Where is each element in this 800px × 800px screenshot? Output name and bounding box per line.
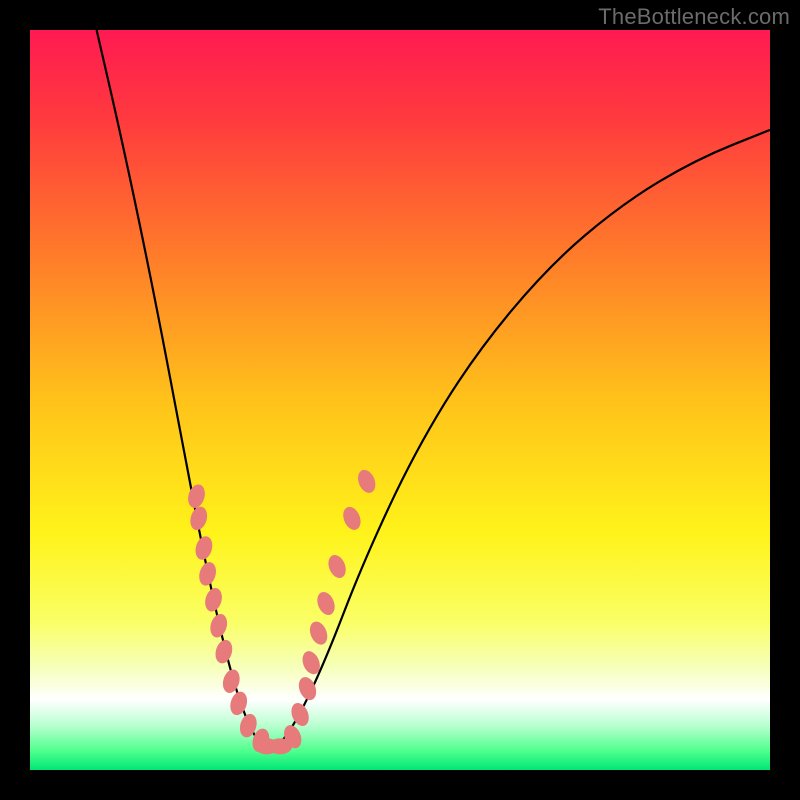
watermark-label: TheBottleneck.com [598,4,790,30]
highlight-marker [268,738,292,754]
chart-stage: TheBottleneck.com [0,0,800,800]
plot-background [30,30,770,770]
chart-svg [0,0,800,800]
